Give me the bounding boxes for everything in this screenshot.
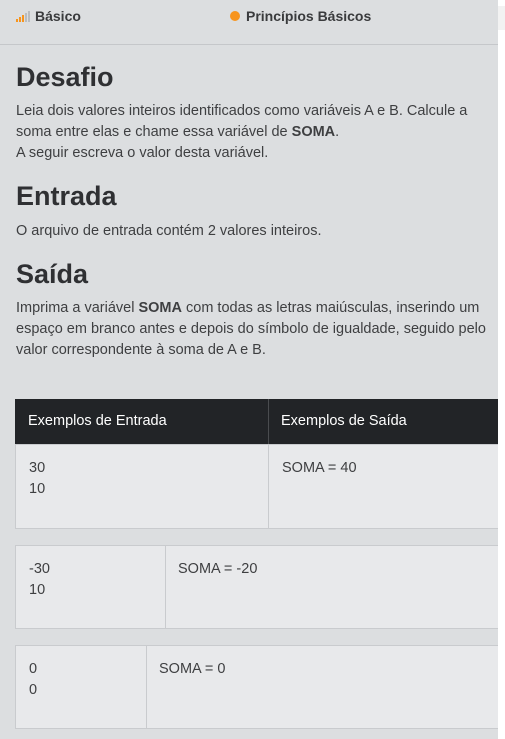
scrollbar-thumb[interactable] bbox=[498, 6, 505, 30]
desafio-bold-term: SOMA bbox=[291, 124, 336, 140]
example-input: 30 10 bbox=[29, 460, 46, 497]
desafio-text: Leia dois valores inteiros identificados… bbox=[16, 103, 468, 161]
example-row: -30 10 SOMA = -20 bbox=[15, 545, 499, 629]
problem-header-bar: Básico Princípios Básicos bbox=[0, 0, 498, 45]
cell-divider bbox=[268, 445, 269, 528]
examples-table-header: Exemplos de Entrada Exemplos de Saída bbox=[15, 399, 498, 444]
level-label: Básico bbox=[35, 8, 81, 24]
header-divider bbox=[268, 399, 269, 444]
example-row: 0 0 SOMA = 0 bbox=[15, 645, 499, 729]
example-input: 0 0 bbox=[29, 661, 38, 698]
category-indicator: Princípios Básicos bbox=[230, 8, 371, 24]
cell-divider bbox=[165, 546, 166, 628]
category-dot-icon bbox=[230, 11, 240, 21]
example-input: -30 10 bbox=[29, 561, 50, 598]
example-output: SOMA = 40 bbox=[282, 460, 357, 476]
entrada-text: O arquivo de entrada contém 2 valores in… bbox=[16, 223, 322, 239]
saida-text: Imprima a variável SOMA com todas as let… bbox=[16, 300, 486, 358]
category-label: Princípios Básicos bbox=[246, 8, 372, 24]
desafio-heading: Desafio bbox=[16, 62, 114, 92]
saida-heading: Saída bbox=[16, 259, 89, 289]
level-indicator: Básico bbox=[16, 8, 81, 24]
cell-divider bbox=[146, 646, 147, 728]
example-row: 30 10 SOMA = 40 bbox=[15, 444, 499, 529]
example-output: SOMA = 0 bbox=[159, 661, 226, 677]
entrada-heading: Entrada bbox=[16, 181, 117, 211]
example-output: SOMA = -20 bbox=[178, 561, 258, 577]
scrollbar[interactable] bbox=[498, 0, 505, 739]
signal-bars-icon bbox=[16, 10, 30, 22]
output-column-header: Exemplos de Saída bbox=[281, 413, 407, 429]
input-column-header: Exemplos de Entrada bbox=[28, 413, 167, 429]
saida-bold-term: SOMA bbox=[138, 300, 182, 316]
